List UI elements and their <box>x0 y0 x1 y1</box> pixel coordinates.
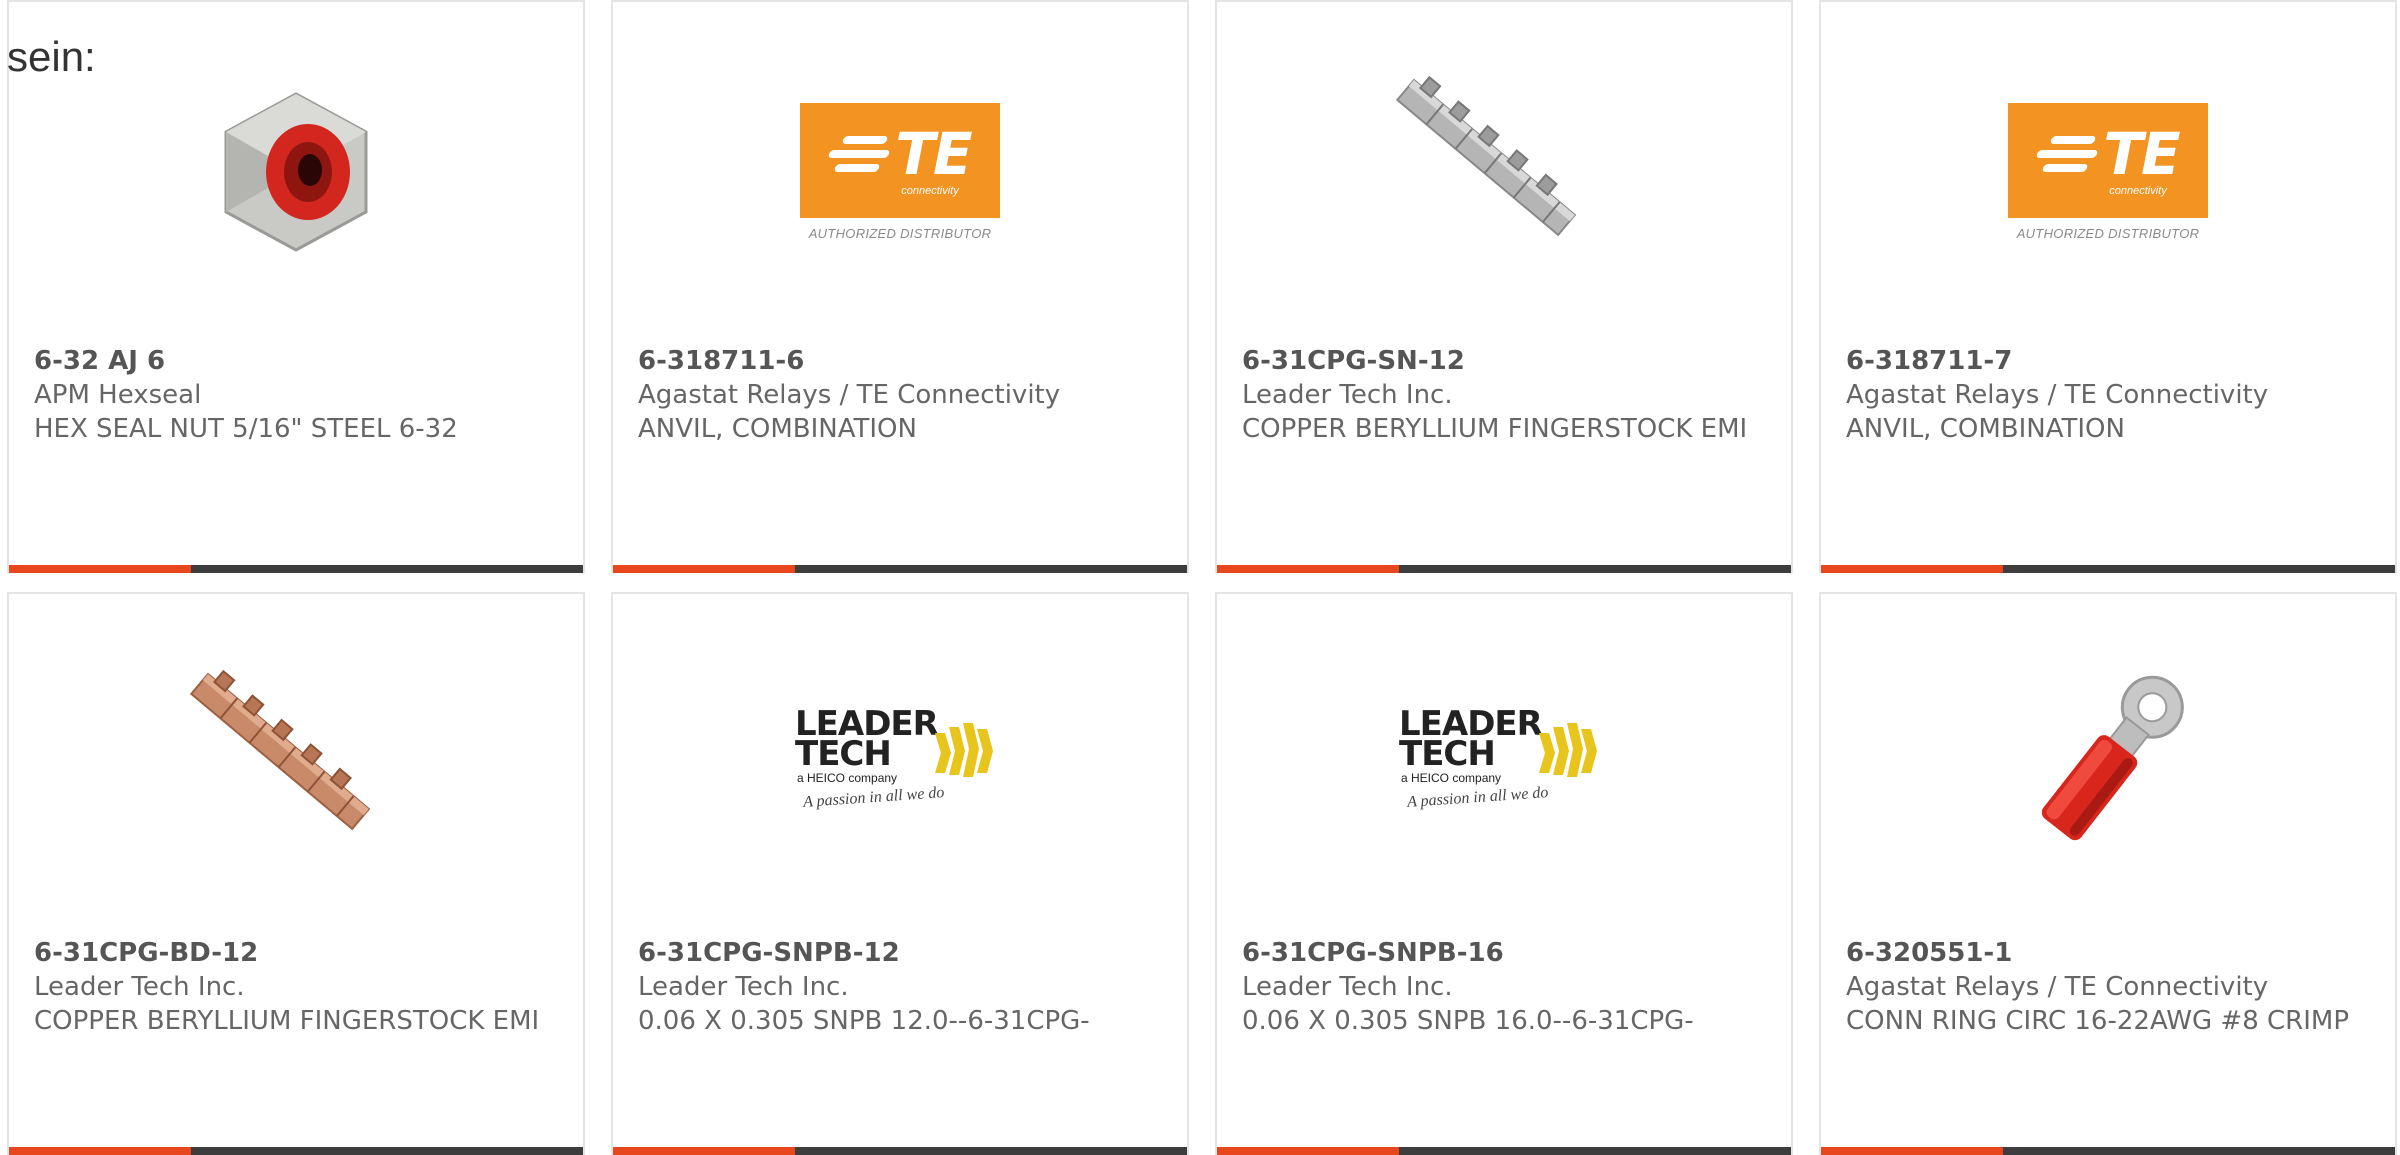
leader-tech-logo: LEADER TECH a HEICO company A passion in… <box>1399 707 1609 819</box>
product-description: ANVIL, COMBINATION <box>638 414 917 444</box>
product-image[interactable] <box>1821 654 2395 874</box>
manufacturer-name: Leader Tech Inc. <box>34 972 245 1002</box>
leader-tech-heico-text: a HEICO company <box>797 771 898 785</box>
te-logo-text: TE <box>2103 119 2180 188</box>
product-card[interactable]: TE connectivity AUTHORIZED DISTRIBUTOR 6… <box>1819 0 2397 573</box>
product-image[interactable]: TE connectivity AUTHORIZED DISTRIBUTOR <box>1821 62 2395 282</box>
product-image[interactable] <box>9 62 583 282</box>
part-number-link[interactable]: 6-320551-1 <box>1846 936 2375 970</box>
manufacturer-name: Agastat Relays / TE Connectivity <box>1846 972 2269 1002</box>
product-image[interactable]: TE connectivity AUTHORIZED DISTRIBUTOR <box>613 62 1187 282</box>
part-number-link[interactable]: 6-318711-6 <box>638 344 1167 378</box>
te-connectivity-logo: TE connectivity AUTHORIZED DISTRIBUTOR <box>798 103 1003 241</box>
card-bottom-bar <box>1821 565 2395 573</box>
part-number-link[interactable]: 6-31CPG-SN-12 <box>1242 344 1771 378</box>
manufacturer-name: APM Hexseal <box>34 380 202 410</box>
fingerstock-copper-icon <box>189 669 371 831</box>
part-number-link[interactable]: 6-31CPG-BD-12 <box>34 936 563 970</box>
card-bottom-bar <box>9 565 583 573</box>
fingerstock-silver-icon <box>1395 75 1577 237</box>
card-bottom-bar <box>1217 1147 1791 1155</box>
te-logo-subtext: connectivity <box>901 184 959 197</box>
te-logo-text: TE <box>895 119 972 188</box>
leader-tech-stripes-icon <box>1539 723 1597 777</box>
manufacturer-name: Agastat Relays / TE Connectivity <box>1846 380 2269 410</box>
leader-tech-logo: LEADER TECH a HEICO company A passion in… <box>795 707 1005 819</box>
product-card[interactable]: LEADER TECH a HEICO company A passion in… <box>611 592 1189 1155</box>
product-description: CONN RING CIRC 16-22AWG #8 CRIMP <box>1846 1006 2350 1036</box>
page-heading-fragment: sein: <box>7 33 96 80</box>
leader-tech-heico-text: a HEICO company <box>1401 771 1502 785</box>
manufacturer-name: Leader Tech Inc. <box>1242 972 1453 1002</box>
card-bottom-bar <box>9 1147 583 1155</box>
product-card[interactable]: 6-31CPG-BD-12 Leader Tech Inc. COPPER BE… <box>7 592 585 1155</box>
part-number-link[interactable]: 6-31CPG-SNPB-12 <box>638 936 1167 970</box>
product-card[interactable]: TE connectivity AUTHORIZED DISTRIBUTOR 6… <box>611 0 1189 573</box>
te-logo-tagline: AUTHORIZED DISTRIBUTOR <box>808 226 992 241</box>
product-description: HEX SEAL NUT 5/16" STEEL 6-32 <box>34 414 458 444</box>
product-card[interactable]: LEADER TECH a HEICO company A passion in… <box>1215 592 1793 1155</box>
product-description: COPPER BERYLLIUM FINGERSTOCK EMI <box>34 1006 540 1036</box>
leader-tech-tagline: A passion in all we do <box>1406 784 1549 811</box>
card-bottom-bar <box>613 565 1187 573</box>
product-description: 0.06 X 0.305 SNPB 16.0--6-31CPG- <box>1242 1006 1694 1036</box>
product-image[interactable]: LEADER TECH a HEICO company A passion in… <box>613 654 1187 874</box>
leader-tech-stripes-icon <box>935 723 993 777</box>
part-number-link[interactable]: 6-32 AJ 6 <box>34 344 563 378</box>
card-bottom-bar <box>613 1147 1187 1155</box>
product-description: ANVIL, COMBINATION <box>1846 414 2125 444</box>
hex-nut-icon <box>224 92 368 252</box>
product-image[interactable]: LEADER TECH a HEICO company A passion in… <box>1217 654 1791 874</box>
te-logo-subtext: connectivity <box>2109 184 2167 197</box>
card-bottom-bar <box>1821 1147 2395 1155</box>
product-description: 0.06 X 0.305 SNPB 12.0--6-31CPG- <box>638 1006 1090 1036</box>
part-number-link[interactable]: 6-318711-7 <box>1846 344 2375 378</box>
product-description: COPPER BERYLLIUM FINGERSTOCK EMI <box>1242 414 1748 444</box>
te-connectivity-logo: TE connectivity AUTHORIZED DISTRIBUTOR <box>2006 103 2211 241</box>
product-image[interactable] <box>9 654 583 874</box>
manufacturer-name: Leader Tech Inc. <box>1242 380 1453 410</box>
product-card[interactable]: 6-31CPG-SN-12 Leader Tech Inc. COPPER BE… <box>1215 0 1793 573</box>
te-logo-tagline: AUTHORIZED DISTRIBUTOR <box>2016 226 2200 241</box>
manufacturer-name: Agastat Relays / TE Connectivity <box>638 380 1061 410</box>
product-card[interactable]: 6-320551-1 Agastat Relays / TE Connectiv… <box>1819 592 2397 1155</box>
product-card[interactable]: 6-32 AJ 6 APM Hexseal HEX SEAL NUT 5/16"… <box>7 0 585 573</box>
manufacturer-name: Leader Tech Inc. <box>638 972 849 1002</box>
leader-tech-tagline: A passion in all we do <box>802 784 945 811</box>
product-image[interactable] <box>1217 62 1791 282</box>
card-bottom-bar <box>1217 565 1791 573</box>
part-number-link[interactable]: 6-31CPG-SNPB-16 <box>1242 936 1771 970</box>
ring-terminal-icon <box>2041 675 2184 841</box>
